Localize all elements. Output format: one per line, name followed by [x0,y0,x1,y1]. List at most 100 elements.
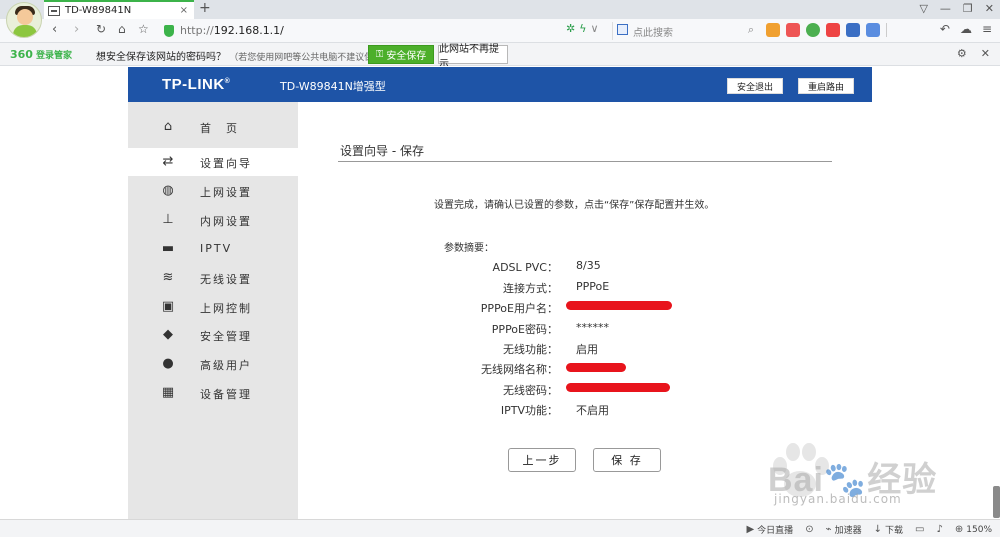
user-avatar[interactable] [6,2,42,38]
back-icon[interactable]: ‹ [52,22,57,37]
search-icon[interactable]: ⌕ [748,23,754,37]
save-password-label: 安全保存 [386,51,427,62]
live-label: 今日直播 [757,526,794,536]
home-nav-icon[interactable]: ⌂ [118,22,126,36]
abp-icon[interactable] [826,23,840,37]
user-icon: ● [162,356,174,371]
menu-label: 设备管理 [200,388,252,401]
param-value-iptv: 不启用 [576,404,609,417]
dropdown-chevron-icon[interactable]: ∨ [590,22,598,35]
download-label: 下载 [885,526,904,536]
tools-icon[interactable] [786,23,800,37]
lock-icon: ▣ [161,299,175,314]
param-value-adsl-pvc: 8/35 [576,259,601,272]
refresh-icon[interactable]: ↻ [96,22,106,36]
search-input[interactable]: 点此搜索 [633,24,673,39]
url-tools: ✲ ϟ ∨ [566,22,599,35]
screenshot-status-icon[interactable]: ⊙ [805,524,813,535]
lightning-icon[interactable]: ϟ [579,22,586,35]
image-icon[interactable]: ▭ [915,524,924,535]
accelerator-label: 加速器 [834,526,862,536]
menu-label: 内网设置 [200,215,252,228]
scrollbar-thumb[interactable] [993,486,1000,518]
cloud-icon[interactable]: ☁ [960,22,972,36]
menu-item-internet[interactable]: ◍ 上网设置 [128,177,298,205]
menu-label: IPTV [200,242,233,255]
never-remind-button[interactable]: 此网站不再提示 [438,44,508,70]
translate-icon[interactable] [846,23,860,37]
section-divider [338,161,832,162]
reboot-button[interactable]: 重启路由 [798,78,854,94]
tplink-logo: TP-LINK [162,76,225,93]
extension-icons [766,23,887,37]
password-question: 想安全保存该网站的密码吗？ [96,52,226,63]
watermark-url: jingyan.baidu.com [774,492,902,506]
menu-label: 上网设置 [200,186,252,199]
live-icon: ▶ [746,524,755,535]
summary-label: 参数摘要： [444,243,494,254]
shield-ext-icon[interactable] [806,23,820,37]
grid-icon: ▦ [161,385,175,400]
skin-icon[interactable]: ▽ [919,2,927,15]
menu-item-advanced-user[interactable]: ● 高级用户 [128,350,298,378]
search-box[interactable]: 点此搜索 ⌕ [612,22,760,40]
settings-gear-icon[interactable]: ⚙ [957,47,967,60]
search-engine-icon[interactable] [617,24,628,35]
download-button[interactable]: ↓ 下载 [874,523,903,536]
menu-icon[interactable]: ≡ [982,22,992,36]
logo-registered-mark: ® [224,78,231,85]
minimize-icon[interactable]: — [940,2,951,15]
restore-icon[interactable]: ❐ [963,2,973,15]
right-toolbar: ↶ ☁ ≡ [940,22,992,36]
menu-item-lan[interactable]: ⊥ 内网设置 [128,206,298,234]
param-label-adsl-pvc: ADSL PVC： [492,261,558,274]
menu-item-wireless[interactable]: ≋ 无线设置 [128,264,298,292]
zoom-level: 150% [966,524,992,535]
close-bar-icon[interactable]: ✕ [981,47,990,60]
url-scheme: http:// [180,24,214,37]
brand-360-logo: 360 [10,48,33,61]
wifi-icon: ≋ [162,270,174,285]
menu-item-home[interactable]: ⌂ 首 页 [128,113,298,141]
menu-item-security[interactable]: ◆ 安全管理 [128,321,298,349]
zoom-control[interactable]: ⊕ 150% [955,524,992,535]
undo-icon[interactable]: ↶ [940,22,950,36]
router-model: TD-W89841N增强型 [280,80,386,93]
menu-label: 安全管理 [200,330,252,343]
menu-item-device-management[interactable]: ▦ 设备管理 [128,379,298,407]
router-favicon-icon [48,5,60,16]
security-shield-icon [164,25,174,37]
param-value-pppoe-password: ****** [576,321,609,334]
new-tab-button[interactable]: + [199,0,211,16]
menu-label: 设置向导 [200,157,252,170]
param-label-wireless: 无线功能： [503,343,558,356]
screenshot-icon[interactable] [866,23,880,37]
bookmark-star-icon[interactable]: ☆ [138,22,149,36]
sound-icon[interactable]: ♪ [936,524,942,535]
save-button[interactable]: 保 存 [593,448,661,472]
wizard-description: 设置完成，请确认已设置的参数，点击“保存”保存配置并生效。 [434,200,715,211]
param-label-pppoe-password: PPPoE密码： [491,323,558,336]
url-input[interactable]: http://192.168.1.1/ [160,22,610,40]
apps-icon[interactable] [766,23,780,37]
accelerator-button[interactable]: ⌁ 加速器 [826,523,862,536]
browser-tab[interactable]: TD-W89841N × [44,0,194,19]
menu-item-wizard[interactable]: ⇄ 设置向导 [128,148,298,176]
redacted-wireless-password [566,383,670,392]
forward-icon[interactable]: › [74,22,79,37]
network-icon: ⊥ [162,212,174,227]
save-password-button[interactable]: ⚿ 安全保存 [368,45,434,64]
home-icon: ⌂ [163,119,173,134]
menu-item-iptv[interactable]: ▬ IPTV [128,235,298,263]
speed-icon[interactable]: ✲ [566,22,575,35]
key-icon: ⚿ [375,49,384,60]
tab-close-icon[interactable]: × [180,5,188,16]
logout-button[interactable]: 安全退出 [727,78,783,94]
prev-step-button[interactable]: 上一步 [508,448,576,472]
accelerator-icon: ⌁ [825,524,832,535]
live-button[interactable]: ▶ 今日直播 [746,523,793,536]
close-window-icon[interactable]: ✕ [985,2,994,15]
menu-item-access-control[interactable]: ▣ 上网控制 [128,293,298,321]
router-sidebar: ⌂ 首 页 ⇄ 设置向导 ◍ 上网设置 ⊥ 内网设置 ▬ IPTV ≋ 无线设置… [128,102,298,519]
param-label-connection-type: 连接方式： [503,282,558,295]
